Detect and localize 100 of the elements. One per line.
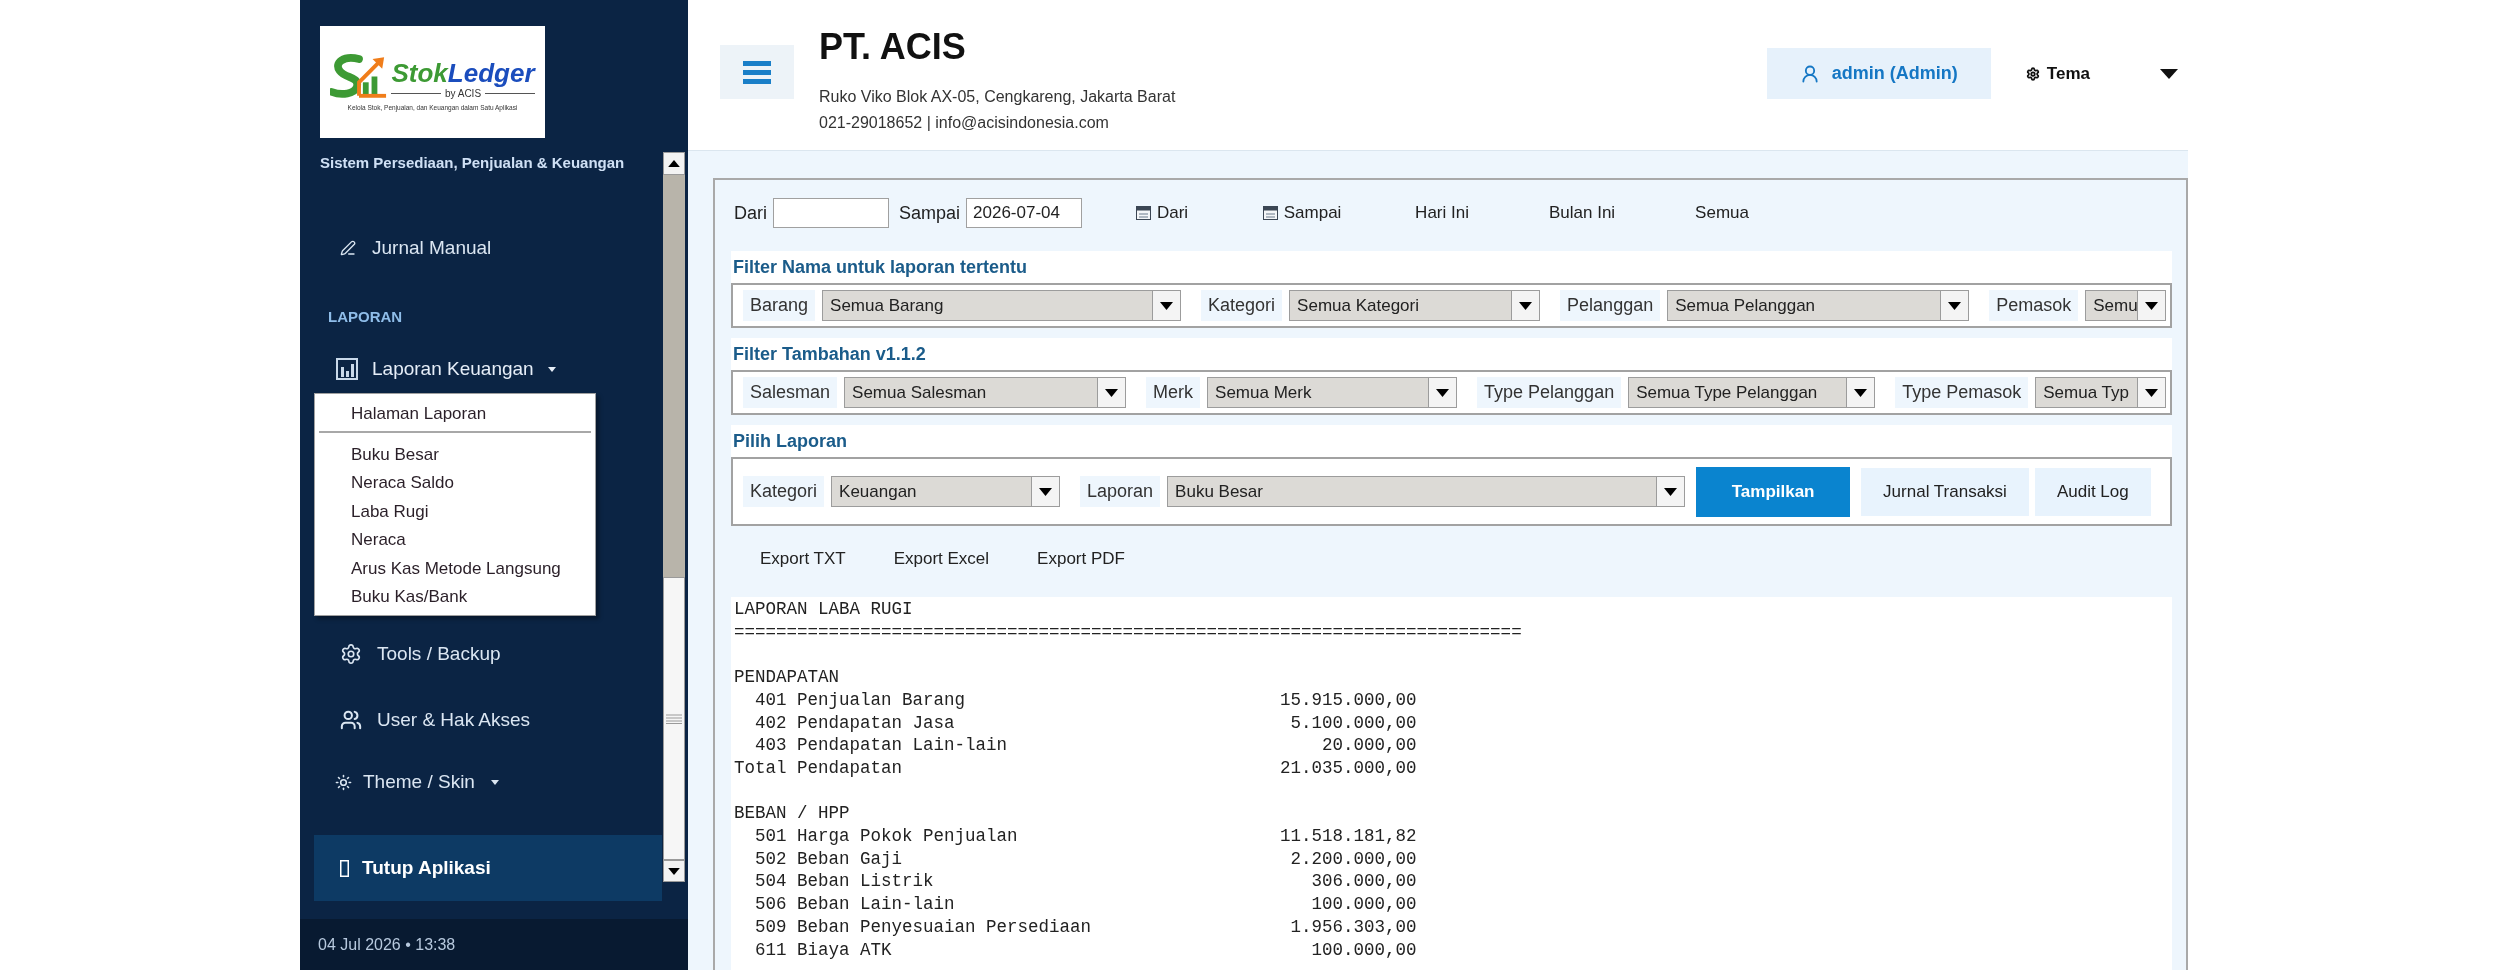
dropdown-select[interactable]: Semua Merk [1207, 377, 1458, 408]
scroll-thumb[interactable] [663, 577, 685, 860]
bar-chart-icon [336, 358, 358, 380]
menu-item[interactable]: Laba Rugi [315, 497, 595, 526]
date-input[interactable]: 2026-07-04 [966, 198, 1083, 228]
quick-range-button[interactable]: Hari Ini [1415, 201, 1469, 225]
logo-wordmark: StokLedger [391, 58, 535, 88]
caret-icon [2145, 301, 2158, 310]
dropdown-select[interactable]: Buku Besar [1167, 476, 1686, 507]
menu-button[interactable] [720, 45, 794, 99]
menu-item[interactable]: Neraca Saldo [315, 468, 595, 497]
grip-icon [666, 713, 682, 724]
field-label: Type Pelanggan [1477, 377, 1622, 408]
dropdown-select[interactable]: Semu [2085, 290, 2166, 321]
account-name: 402 Pendapatan Jasa [755, 711, 955, 735]
amount: 1.956.303,00 [1290, 915, 1417, 939]
menu-item[interactable]: Halaman Laporan [315, 400, 595, 428]
action-button[interactable]: Audit Log [2034, 467, 2151, 516]
report-section-heading: BEBAN / HPP [734, 802, 850, 825]
account-name: 502 Beban Gaji [755, 847, 903, 871]
section-heading: LAPORAN [328, 307, 403, 327]
export-button[interactable]: Export TXT [760, 545, 846, 570]
report-rule: =========================================================================== [734, 620, 1522, 644]
amount: 2.200.000,00 [1290, 847, 1417, 871]
rectangle-icon [340, 859, 349, 877]
amount: 100.000,00 [1311, 893, 1417, 916]
scroll-up-button[interactable] [663, 152, 685, 175]
quick-range-button[interactable]: Bulan Ini [1548, 201, 1616, 225]
export-button[interactable]: Export PDF [1037, 545, 1125, 570]
caret-icon [1854, 388, 1868, 397]
caret-icon [1948, 301, 1962, 310]
sidebar-link[interactable]: Jurnal Manual [340, 233, 492, 263]
account-name: 506 Beban Lain-lain [755, 893, 955, 916]
menu-item[interactable]: Arus Kas Metode Langsung [315, 554, 595, 583]
field-label: Salesman [743, 377, 838, 408]
date-input[interactable] [773, 198, 889, 228]
amount: 21.035.000,00 [1280, 756, 1417, 780]
report-section-heading: PENDAPATAN [734, 666, 840, 689]
dropdown-select[interactable]: Semua Pelanggan [1667, 290, 1970, 321]
caret-icon [1664, 487, 1678, 496]
action-button[interactable]: Jurnal Transaksi [1861, 467, 2029, 516]
account-name: 509 Beban Penyesuaian Persediaan [755, 915, 1092, 939]
user-icon [1799, 63, 1820, 84]
amount: 15.915.000,00 [1280, 688, 1417, 712]
users-icon [340, 709, 362, 731]
sidebar-menu[interactable]: Theme / Skin [335, 767, 499, 797]
gear-icon [340, 643, 362, 665]
account-name: 501 Harga Pokok Penjualan [755, 825, 1018, 848]
exit-button[interactable]: Tutup Aplikasi [314, 835, 662, 901]
field-label: Kategori [1201, 290, 1283, 321]
calendar-icon [1262, 206, 1278, 220]
field-label: Pemasok [1989, 290, 2079, 321]
amount: 306.000,00 [1311, 870, 1417, 894]
caret-icon[interactable] [2160, 68, 2178, 79]
amount: 100.000,00 [1311, 938, 1417, 962]
logo-icon [330, 52, 389, 100]
pen-icon [340, 240, 356, 256]
account-name: 504 Beban Listrik [755, 870, 934, 894]
account-name: 611 Biaya ATK [755, 938, 892, 962]
dropdown-select[interactable]: Keuangan [831, 476, 1061, 507]
menu-item[interactable]: Neraca [315, 525, 595, 554]
amount: 11.518.181,82 [1280, 825, 1417, 848]
caret-icon [1105, 388, 1119, 397]
amount: 5.100.000,00 [1290, 711, 1417, 735]
caret-icon [1519, 301, 1533, 310]
dropdown-select[interactable]: Semua Type Pelanggan [1628, 377, 1876, 408]
company-contact: 021-29018652 | info@acisindonesia.com [819, 114, 1110, 132]
action-button[interactable]: Tampilkan [1696, 466, 1851, 517]
gear-icon [2025, 66, 2040, 81]
date-picker-button[interactable]: Dari [1135, 201, 1189, 225]
account-name: 403 Pendapatan Lain-lain [755, 734, 1008, 757]
section-title: Pilih Laporan [732, 429, 848, 453]
sidebar-menu[interactable]: Laporan Keuangan [336, 354, 556, 384]
menu-icon [743, 60, 771, 84]
export-button[interactable]: Export Excel [893, 545, 990, 570]
dropdown-select[interactable]: Semua Typ [2035, 377, 2166, 408]
calendar-icon [1135, 206, 1151, 220]
user-button[interactable]: admin (Admin) [1766, 48, 1991, 99]
caret-icon [490, 779, 499, 785]
sidebar-link[interactable]: User & Hak Akses [340, 705, 531, 735]
sidebar-link[interactable]: Tools / Backup [340, 639, 501, 669]
caret-icon [1039, 487, 1053, 496]
quick-range-button[interactable]: Semua [1695, 201, 1749, 225]
field-label: Sampai [899, 201, 961, 225]
date-time: 04 Jul 2026 • 13:38 [318, 934, 456, 955]
dropdown-select[interactable]: Semua Barang [822, 290, 1182, 321]
theme-button[interactable]: Tema [2025, 58, 2090, 89]
menu-item[interactable]: Buku Kas/Bank [315, 582, 595, 611]
menu-item[interactable]: Buku Besar [315, 440, 595, 469]
total-label: Total Pendapatan [734, 756, 903, 780]
company-address: Ruko Viko Blok AX-05, Cengkareng, Jakarta Barat [819, 88, 1176, 106]
date-picker-button[interactable]: Sampai [1262, 201, 1342, 225]
field-label: Pelanggan [1560, 290, 1661, 321]
scroll-down-button[interactable] [663, 860, 685, 882]
caret-icon [1160, 301, 1174, 310]
dropdown-select[interactable]: Semua Salesman [844, 377, 1127, 408]
app-subtitle: Sistem Persediaan, Penjualan & Keuangan [320, 153, 625, 173]
field-label: Kategori [743, 476, 825, 507]
field-label: Type Pemasok [1895, 377, 2029, 408]
dropdown-select[interactable]: Semua Kategori [1289, 290, 1541, 321]
